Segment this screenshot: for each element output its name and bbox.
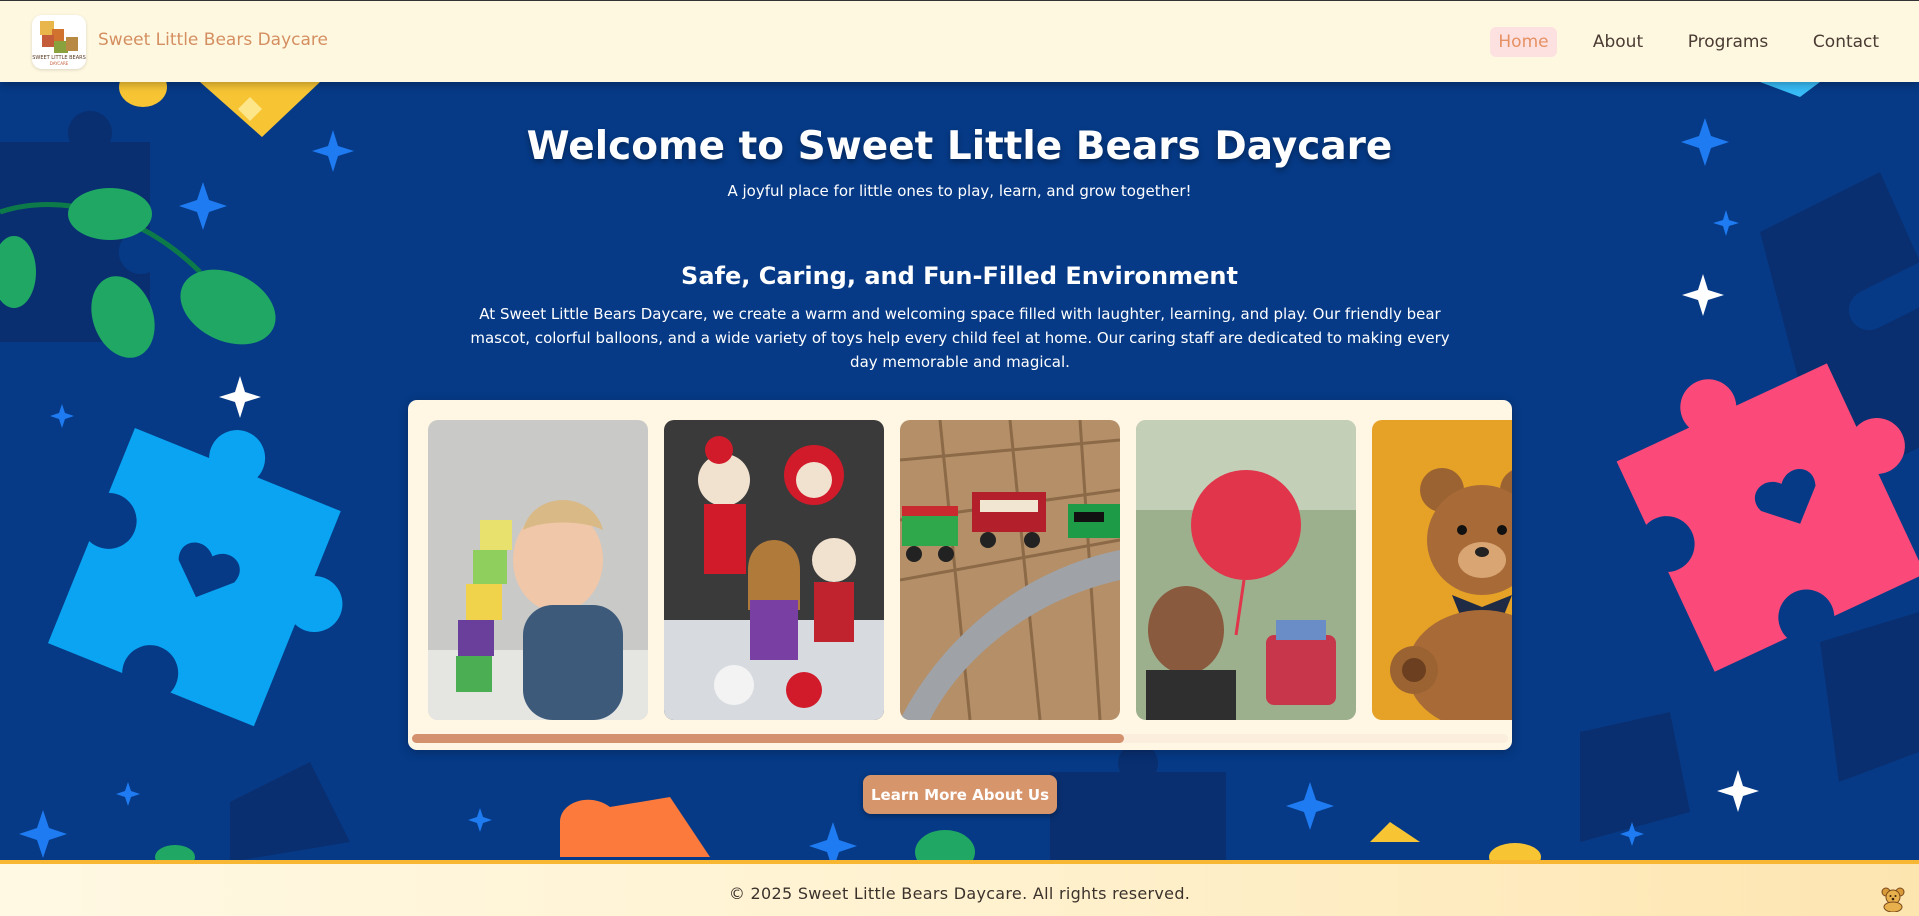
learn-more-button[interactable]: Learn More About Us <box>863 775 1057 814</box>
main-nav: Home About Programs Contact <box>0 27 1919 57</box>
section-body: At Sweet Little Bears Daycare, we create… <box>470 305 1450 371</box>
nav-contact[interactable]: Contact <box>1806 27 1886 57</box>
photo-gallery[interactable] <box>408 400 1512 750</box>
gallery-photo-blocks <box>428 420 648 720</box>
gallery-scrollbar[interactable] <box>412 734 1508 743</box>
section-heading: Safe, Caring, and Fun-Filled Environment <box>681 262 1238 290</box>
site-header: SWEET LITTLE BEARS DAYCARE Sweet Little … <box>0 0 1919 82</box>
nav-about[interactable]: About <box>1584 27 1652 57</box>
site-footer: © 2025 Sweet Little Bears Daycare. All r… <box>0 860 1919 916</box>
nav-home[interactable]: Home <box>1490 27 1557 57</box>
gallery-scroll-thumb[interactable] <box>412 734 1125 743</box>
footer-copyright: © 2025 Sweet Little Bears Daycare. All r… <box>728 884 1191 903</box>
gallery-photo-balloon <box>1136 420 1356 720</box>
gallery-photo-train <box>900 420 1120 720</box>
hero-title: Welcome to Sweet Little Bears Daycare <box>526 124 1393 169</box>
gallery-photo-dolls <box>664 420 884 720</box>
svg-text:DAYCARE: DAYCARE <box>50 61 69 66</box>
nav-programs[interactable]: Programs <box>1682 27 1774 57</box>
bear-icon <box>1881 887 1905 912</box>
hero-subtitle: A joyful place for little ones to play, … <box>727 182 1192 200</box>
gallery-photo-teddy <box>1372 420 1512 720</box>
